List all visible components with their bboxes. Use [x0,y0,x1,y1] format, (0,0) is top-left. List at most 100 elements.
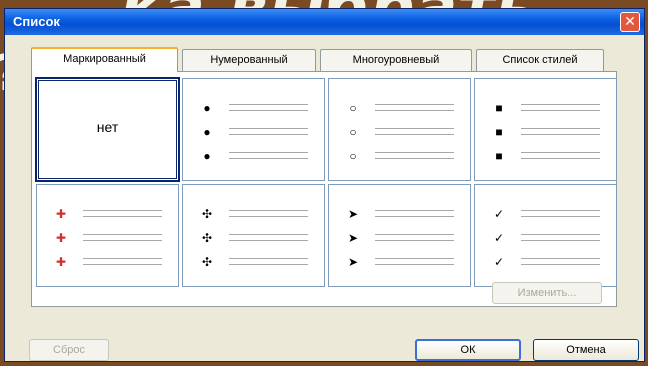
preview-text-line [375,264,454,265]
bullet-preview-row: ■ [489,147,606,165]
bullet-style-square[interactable]: ■ ■ ■ [474,78,617,181]
tab-label: Маркированный [63,53,146,65]
square-icon: ■ [495,149,503,163]
filled-circle-icon: ● [203,125,211,139]
tab-label: Нумерованный [210,54,288,66]
bullet-preview-row: ○ [343,123,460,141]
preview-text-line [375,128,454,129]
bullet-preview-row: ✚ [51,205,168,223]
dialog-title: Список [13,14,60,29]
tab-list-styles[interactable]: Список стилей [476,49,604,71]
bullet-preview-row: ● [197,123,314,141]
modify-button-label: Изменить... [517,287,577,299]
bullet-preview-row: ✣ [197,229,314,247]
preview-text-line [375,134,454,135]
checkmark-icon: ✓ [493,207,505,221]
preview-text-line [521,264,600,265]
preview-text-line [375,216,454,217]
preview-text-line [83,210,162,211]
preview-text-line [521,210,600,211]
preview-text-line [229,110,308,111]
preview-text-line [521,128,600,129]
close-button[interactable]: ✕ [620,12,640,32]
preview-text-line [229,216,308,217]
preview-text-line [521,158,600,159]
four-diamond-icon: ✣ [201,231,213,245]
filled-circle-icon: ● [203,149,211,163]
arrowhead-icon: ➤ [347,207,359,221]
tab-multilevel[interactable]: Многоуровневый [320,49,472,71]
cancel-button[interactable]: Отмена [533,339,639,361]
hollow-circle-icon: ○ [349,149,357,163]
preview-text-line [521,152,600,153]
preview-text-line [229,258,308,259]
preview-text-line [521,234,600,235]
preview-text-line [229,134,308,135]
bullet-preview-row: ✚ [51,253,168,271]
preview-text-line [229,210,308,211]
bullet-preview-row: ✚ [51,229,168,247]
bullet-style-arrowhead[interactable]: ➤ ➤ ➤ [328,184,471,287]
arrowhead-icon: ➤ [347,231,359,245]
bullet-preview-row: ● [197,147,314,165]
bullet-style-hollow-circle[interactable]: ○ ○ ○ [328,78,471,181]
four-diamond-icon: ✣ [201,207,213,221]
bullet-preview-row: ➤ [343,205,460,223]
bullet-preview-row: ✓ [489,229,606,247]
bullet-style-colored-arrow[interactable]: ✚ ✚ ✚ [36,184,179,287]
preview-text-line [83,264,162,265]
square-icon: ■ [495,101,503,115]
preview-text-line [83,258,162,259]
hollow-circle-icon: ○ [349,101,357,115]
colored-arrow-icon: ✚ [55,255,67,269]
dialog-titlebar[interactable]: Список ✕ [5,9,644,35]
preview-text-line [83,216,162,217]
preview-text-line [375,210,454,211]
preview-text-line [229,104,308,105]
bullet-style-checkmark[interactable]: ✓ ✓ ✓ [474,184,617,287]
bullet-preview-row: ● [197,99,314,117]
preview-text-line [83,234,162,235]
list-dialog: Список ✕ Маркированный Нумерованный Мног… [4,8,645,362]
preview-text-line [521,216,600,217]
preview-text-line [375,152,454,153]
preview-text-line [229,264,308,265]
ok-button-label: ОК [460,344,476,356]
preview-text-line [83,240,162,241]
reset-button[interactable]: Сброс [29,339,109,361]
modify-button[interactable]: Изменить... [492,282,602,304]
four-diamond-icon: ✣ [201,255,213,269]
preview-text-line [375,104,454,105]
preview-text-line [375,158,454,159]
preview-text-line [229,240,308,241]
preview-text-line [229,234,308,235]
filled-circle-icon: ● [203,101,211,115]
bullet-preview-row: ✣ [197,205,314,223]
bullet-preview-row: ➤ [343,253,460,271]
preview-text-line [375,110,454,111]
bullet-preview-row: ✓ [489,205,606,223]
bullet-style-filled-circle[interactable]: ● ● ● [182,78,325,181]
tab-label: Многоуровневый [352,54,440,66]
bullet-preview-row: ➤ [343,229,460,247]
bullet-preview-row: ○ [343,147,460,165]
close-icon: ✕ [624,14,636,30]
colored-arrow-icon: ✚ [55,207,67,221]
preview-text-line [521,134,600,135]
preview-text-line [229,152,308,153]
bullet-style-none[interactable]: нет [35,77,180,182]
checkmark-icon: ✓ [493,231,505,245]
checkmark-icon: ✓ [493,255,505,269]
cancel-button-label: Отмена [566,344,606,356]
bullet-preview-row: ○ [343,99,460,117]
ok-button[interactable]: ОК [415,339,521,361]
preview-text-line [521,240,600,241]
tab-bulleted[interactable]: Маркированный [31,47,178,72]
tab-label: Список стилей [502,54,578,66]
bullet-preview-row: ✓ [489,253,606,271]
tab-numbered[interactable]: Нумерованный [182,49,316,71]
none-label: нет [96,119,119,135]
colored-arrow-icon: ✚ [55,231,67,245]
arrowhead-icon: ➤ [347,255,359,269]
bullet-style-four-diamond[interactable]: ✣ ✣ ✣ [182,184,325,287]
